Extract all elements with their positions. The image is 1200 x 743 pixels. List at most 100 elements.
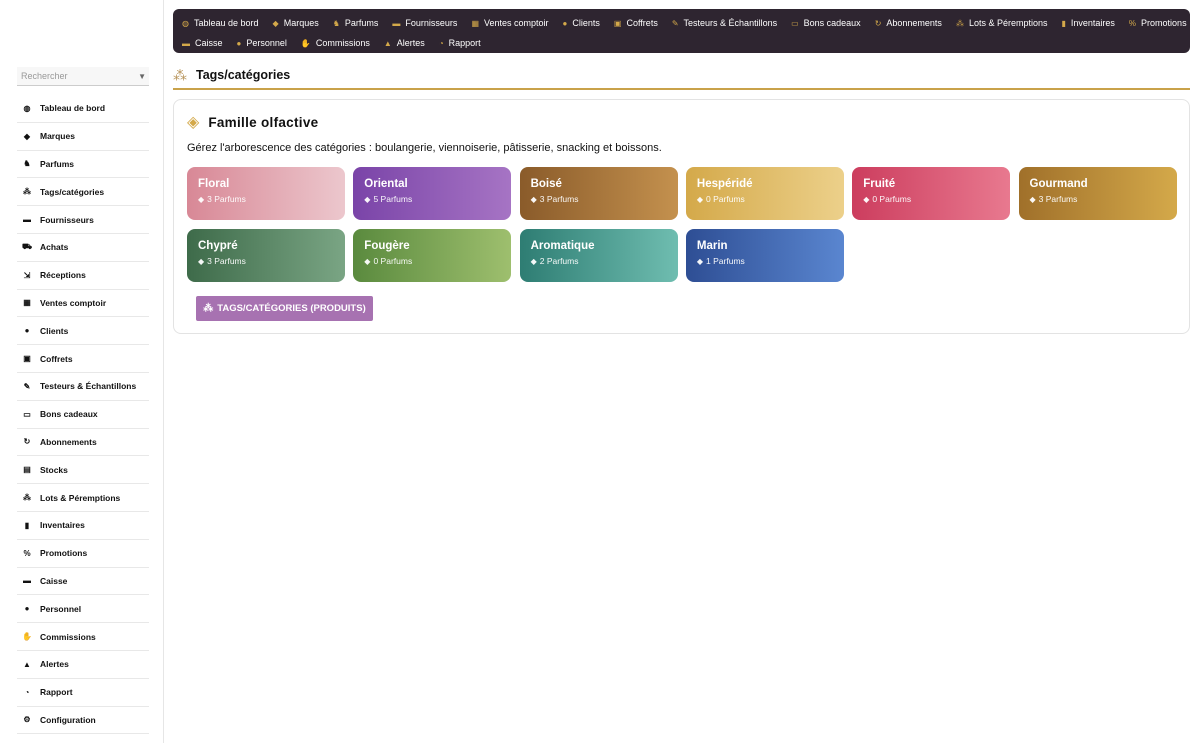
gem-icon: ◆ <box>1029 195 1036 204</box>
category-tile-floral[interactable]: Floral ◆ 3 Parfums <box>187 167 345 220</box>
top-nav-item[interactable]: ♞ Parfums <box>333 18 379 28</box>
category-tile-boise[interactable]: Boisé ◆ 3 Parfums <box>519 167 678 220</box>
sidebar-item-label: Tableau de bord <box>40 103 106 114</box>
category-tile-oriental[interactable]: Oriental ◆ 5 Parfums <box>353 167 512 220</box>
top-nav-label: Clients <box>572 18 600 28</box>
top-nav-item[interactable]: ✋ Commissions <box>301 38 370 48</box>
category-tile-fruite[interactable]: Fruité ◆ 0 Parfums <box>852 167 1011 220</box>
sidebar-item-tableau-de-bord[interactable]: ◍ Tableau de bord <box>17 95 149 123</box>
top-nav-row-1: ◍ Tableau de bord ◆ Marques ♞ Parfums ▬ Fournis… <box>182 13 1187 33</box>
sidebar-item-lots-péremptions[interactable]: ⁂ Lots & Péremptions <box>17 484 149 512</box>
sidebar-item-label: Ventes comptoir <box>40 297 107 308</box>
cart-arrow-icon: ⇲ <box>23 270 31 280</box>
sitemap-icon: ⁂ <box>173 67 187 83</box>
category-count-label: 3 Parfums <box>207 194 246 204</box>
top-nav-label: Testeurs & Échantillons <box>683 18 778 28</box>
pie-chart-icon: ◔ <box>24 687 30 697</box>
sidebar-item-clients[interactable]: ● Clients <box>17 317 149 346</box>
top-nav-item[interactable]: ↻ Abonnements <box>875 18 942 28</box>
category-name: Oriental <box>364 178 408 190</box>
card-title: Famille olfactive <box>208 114 319 130</box>
sidebar-item-fournisseurs[interactable]: ▬ Fournisseurs <box>17 206 149 234</box>
top-nav-item[interactable]: ▲ Alertes <box>384 38 425 48</box>
sidebar-item-personnel[interactable]: ● Personnel <box>17 595 149 624</box>
sidebar-item-ventes-comptoir[interactable]: ▦ Ventes comptoir <box>17 290 149 318</box>
category-name: Hespéridé <box>696 178 753 190</box>
warning-icon: ▲ <box>23 659 31 669</box>
category-tile-aromatique[interactable]: Aromatique ◆ 2 Parfums <box>519 228 678 282</box>
top-nav-item[interactable]: ▬ Caisse <box>182 38 223 48</box>
sidebar-item-réceptions[interactable]: ⇲ Réceptions <box>17 262 149 290</box>
category-tile-hesperide[interactable]: Hespéridé ◆ 0 Parfums <box>685 167 844 220</box>
top-nav-item[interactable]: ⁂ Lots & Péremptions <box>956 18 1048 28</box>
credit-card-icon: ▭ <box>791 18 799 28</box>
truck-icon: ▬ <box>23 215 31 225</box>
caret-down-icon: ▼ <box>138 72 146 81</box>
sidebar-menu: ◍ Tableau de bord ◆ Marques ♞ Parfums ⁂ Tags/ca… <box>17 95 149 735</box>
category-tile-marin[interactable]: Marin ◆ 1 Parfums <box>685 228 844 282</box>
sidebar-item-label: Marques <box>40 131 75 142</box>
sidebar-item-marques[interactable]: ◆ Marques <box>17 123 149 151</box>
sidebar-item-label: Coffrets <box>40 353 73 364</box>
category-name: Aromatique <box>530 239 595 252</box>
sidebar-item-alertes[interactable]: ▲ Alertes <box>17 651 149 679</box>
page-header: ⁂ Tags/catégories <box>173 66 1190 90</box>
top-nav-item[interactable]: ✎ Testeurs & Échantillons <box>672 18 777 28</box>
category-tile-gourmand[interactable]: Gourmand ◆ 3 Parfums <box>1018 167 1177 220</box>
category-tile-chypre[interactable]: Chypré ◆ 3 Parfums <box>187 228 345 282</box>
top-nav-item[interactable]: ▣ Coffrets <box>614 18 658 28</box>
hand-coin-icon: ✋ <box>300 38 311 48</box>
credit-card-icon: ▭ <box>23 409 31 419</box>
category-count-label: 0 Parfums <box>373 255 413 266</box>
category-count: ◆ 3 Parfums <box>1030 194 1177 204</box>
warning-icon: ▲ <box>383 38 392 48</box>
top-nav-item[interactable]: ▮ Inventaires <box>1061 18 1114 28</box>
sidebar-item-label: Lots & Péremptions <box>40 492 121 503</box>
top-nav-item[interactable]: ● Clients <box>563 18 600 28</box>
sidebar-item-promotions[interactable]: % Promotions <box>17 540 149 568</box>
top-nav-item[interactable]: % Promotions <box>1129 18 1187 28</box>
sidebar-item-inventaires[interactable]: ▮ Inventaires <box>17 512 149 540</box>
sidebar-item-achats[interactable]: ⛟ Achats <box>17 234 149 262</box>
sidebar-item-commissions[interactable]: ✋ Commissions <box>17 623 149 651</box>
sidebar-item-stocks[interactable]: ▤ Stocks <box>17 456 149 485</box>
sidebar-item-parfums[interactable]: ♞ Parfums <box>17 151 149 179</box>
top-nav-item[interactable]: ▭ Bons cadeaux <box>791 18 861 28</box>
sidebar-item-abonnements[interactable]: ↻ Abonnements <box>17 429 149 457</box>
sidebar-item-bons-cadeaux[interactable]: ▭ Bons cadeaux <box>17 401 149 429</box>
gem-icon: ◆ <box>23 131 31 141</box>
user-icon: ● <box>24 326 30 336</box>
sidebar-item-coffrets[interactable]: ▣ Coffrets <box>17 345 149 373</box>
sidebar-item-label: Configuration <box>40 714 96 725</box>
category-count: ◆ 2 Parfums <box>531 256 678 266</box>
category-count-label: 0 Parfums <box>872 194 912 204</box>
sitemap-icon: ⁂ <box>23 187 31 197</box>
sidebar-item-tags-catégories[interactable]: ⁂ Tags/catégories <box>17 178 149 207</box>
gem-icon: ◆ <box>696 256 704 266</box>
hand-coin-icon: ✋ <box>22 632 32 642</box>
category-count: ◆ 5 Parfums <box>364 194 511 204</box>
sidebar-item-caisse[interactable]: ▬ Caisse <box>17 568 149 596</box>
top-nav-item[interactable]: ▦ Ventes comptoir <box>471 18 548 28</box>
dashboard-icon: ◍ <box>23 103 31 113</box>
top-nav-item[interactable]: ◔ Rapport <box>439 38 481 48</box>
perfume-icon: ♞ <box>23 159 31 169</box>
top-nav-item[interactable]: ● Personnel <box>237 38 287 48</box>
sidebar-item-label: Rapport <box>40 687 73 698</box>
user-icon: ● <box>562 18 568 28</box>
sidebar-item-rapport[interactable]: ◔ Rapport <box>17 679 149 707</box>
top-nav-item[interactable]: ◆ Marques <box>273 18 319 28</box>
top-nav-item[interactable]: ▬ Fournisseurs <box>392 18 457 28</box>
sidebar-item-configuration[interactable]: ⚙ Configuration <box>17 707 149 735</box>
sidebar-item-testeurs-échantillons[interactable]: ✎ Testeurs & Échantillons <box>17 373 149 401</box>
category-tile-fougere[interactable]: Fougère ◆ 0 Parfums <box>353 228 512 282</box>
gem-icon: ◆ <box>530 256 537 266</box>
search-select[interactable]: Rechercher ▼ <box>17 67 149 86</box>
category-count: ◆ 0 Parfums <box>364 256 511 266</box>
tags-categories-products-button[interactable]: ⁂ TAGS/CATÉGORIES (PRODUITS) <box>196 296 373 321</box>
top-nav-label: Abonnements <box>886 18 942 28</box>
top-nav-item[interactable]: ◍ Tableau de bord <box>182 18 259 28</box>
category-count-label: 3 Parfums <box>539 194 579 204</box>
gift-icon: ▣ <box>23 354 31 364</box>
sidebar: Rechercher ▼ ◍ Tableau de bord ◆ Marques ♞ Pa… <box>0 0 164 743</box>
